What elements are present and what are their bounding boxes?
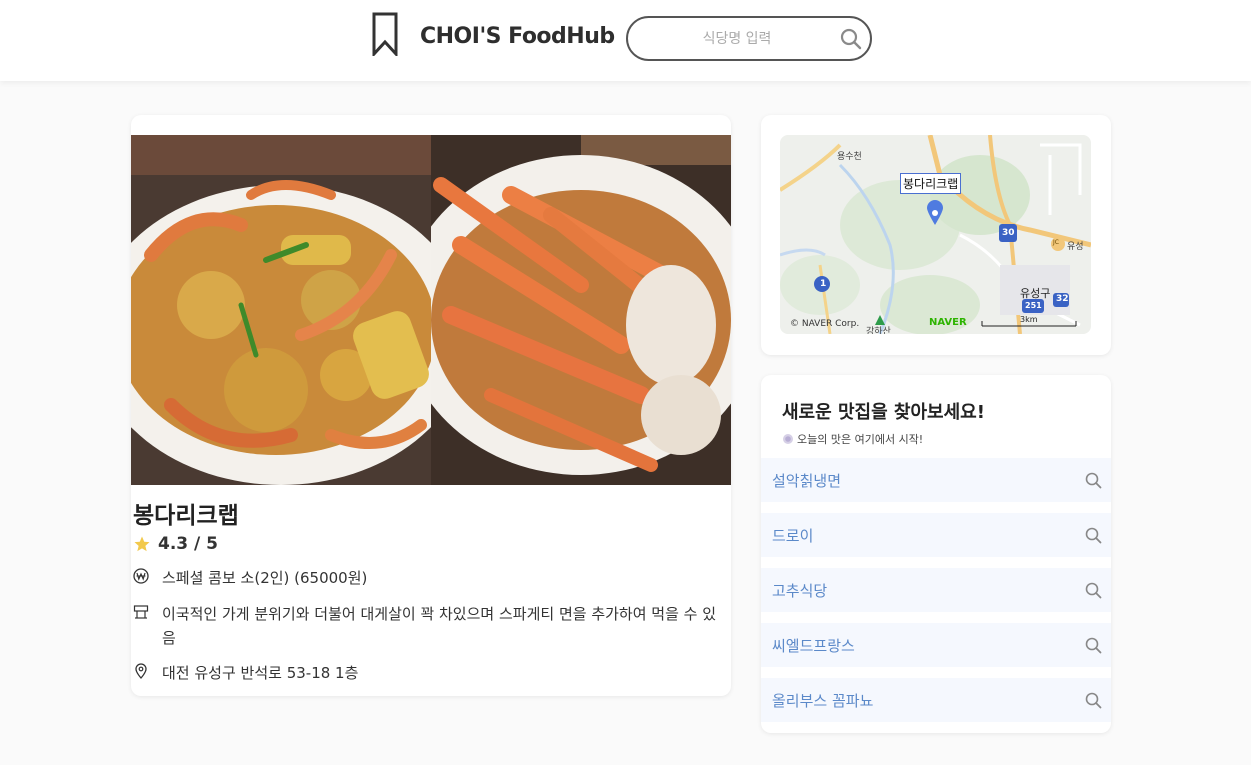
suggestion-item[interactable]: 드로이 — [761, 513, 1111, 557]
naver-logo: NAVER — [929, 317, 967, 328]
map-card: 용수천 유성 유성구 강하산 30 32 251 1 JC 봉다리크랩 © NA… — [761, 115, 1111, 355]
suggestion-subtitle-text: 오늘의 맛은 여기에서 시작! — [797, 433, 924, 446]
rating: 4.3 / 5 — [133, 533, 218, 555]
map-place-label: 용수천 — [837, 152, 862, 162]
route-number: 251 — [1025, 301, 1042, 310]
junction-label: JC — [1053, 239, 1059, 246]
suggestion-item[interactable]: 올리부스 꼼파뇨 — [761, 678, 1111, 722]
star-icon — [134, 536, 150, 552]
map-marker-label[interactable]: 봉다리크랩 — [900, 173, 962, 194]
suggestion-label[interactable]: 드로이 — [772, 525, 813, 546]
plate-icon — [783, 434, 793, 444]
suggestion-label[interactable]: 고추식당 — [772, 580, 827, 601]
description-row: 이국적인 가게 분위기와 더불어 대게살이 꽉 차있으며 스파게티 면을 추가하… — [133, 602, 722, 650]
menu-row: 스페셜 콤보 소(2인) (65000원) — [133, 566, 722, 590]
suggestion-label[interactable]: 올리부스 꼼파뇨 — [772, 690, 873, 711]
search-icon[interactable] — [840, 28, 862, 50]
search-icon[interactable] — [1085, 637, 1102, 654]
search-box[interactable] — [626, 16, 872, 61]
bookmark-icon[interactable] — [372, 12, 398, 56]
map-place-label: 강하산 — [866, 327, 891, 334]
food-photo-crab-legs — [431, 135, 731, 485]
search-icon[interactable] — [1085, 472, 1102, 489]
address-row: 대전 유성구 반석로 53-18 1층 — [133, 661, 722, 685]
suggestion-title: 새로운 맛집을 찾아보세요! — [782, 402, 985, 423]
map-pin-icon — [135, 663, 147, 679]
search-icon[interactable] — [1085, 582, 1102, 599]
description-text: 이국적인 가게 분위기와 더불어 대게살이 꽉 차있으며 스파게티 면을 추가하… — [162, 605, 717, 647]
restaurant-card: 봉다리크랩 4.3 / 5 스페셜 콤보 소(2인) (65000원) 이국적인… — [131, 115, 731, 696]
suggestion-item[interactable]: 씨엘드프랑스 — [761, 623, 1111, 667]
suggestion-label[interactable]: 설악칡냉면 — [772, 470, 841, 491]
map-place-label: 유성구 — [1020, 287, 1051, 300]
suggestion-label[interactable]: 씨엘드프랑스 — [772, 635, 855, 656]
search-input[interactable] — [642, 26, 832, 52]
signboard-icon — [133, 605, 149, 619]
suggestion-item[interactable]: 설악칡냉면 — [761, 458, 1111, 502]
won-icon — [133, 568, 149, 584]
suggestion-card: 새로운 맛집을 찾아보세요! 오늘의 맛은 여기에서 시작! 설악칡냉면 드로이… — [761, 375, 1111, 733]
address-text: 대전 유성구 반석로 53-18 1층 — [162, 664, 359, 682]
restaurant-name: 봉다리크랩 — [133, 503, 239, 529]
suggestion-subtitle: 오늘의 맛은 여기에서 시작! — [782, 431, 923, 447]
map-scale: 3km — [1020, 315, 1038, 324]
map-credit: © NAVER Corp. — [790, 319, 860, 329]
route-number: 32 — [1056, 294, 1069, 304]
search-icon[interactable] — [1085, 527, 1102, 544]
suggestion-item[interactable]: 고추식당 — [761, 568, 1111, 612]
top-header: CHOI'S FoodHub — [0, 0, 1251, 81]
route-number: 1 — [820, 279, 827, 289]
brand-title[interactable]: CHOI'S FoodHub — [420, 24, 615, 49]
rating-value: 4.3 / 5 — [158, 534, 218, 554]
food-photo-seafood-boil — [131, 135, 431, 485]
menu-text: 스페셜 콤보 소(2인) (65000원) — [162, 569, 368, 587]
route-number: 30 — [1002, 228, 1015, 238]
search-icon[interactable] — [1085, 692, 1102, 709]
map-place-label: 유성 — [1067, 242, 1084, 252]
location-map[interactable]: 용수천 유성 유성구 강하산 30 32 251 1 JC 봉다리크랩 © NA… — [780, 135, 1091, 334]
